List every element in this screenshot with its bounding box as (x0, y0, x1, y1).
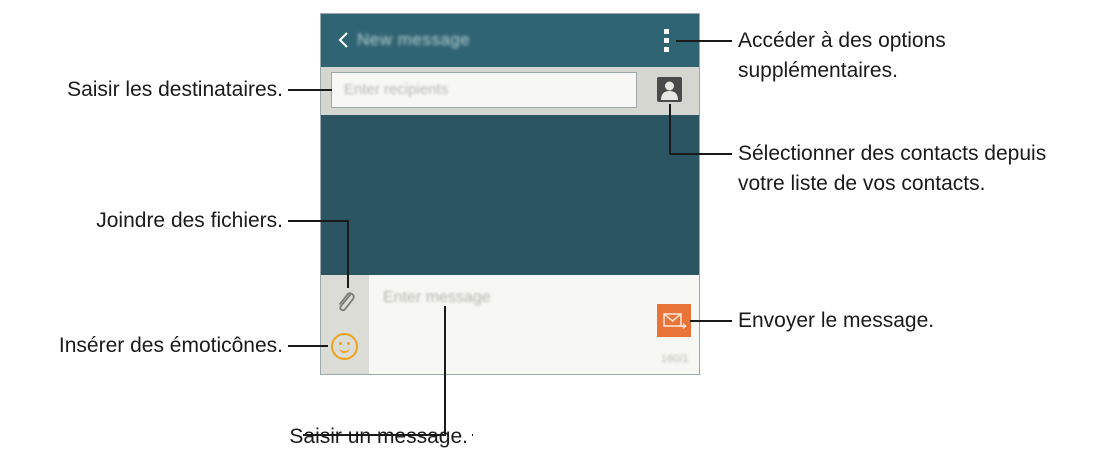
callout-contacts-2: votre liste de vos contacts. (738, 172, 986, 195)
action-bar: New message (321, 14, 699, 67)
more-vertical-icon[interactable] (661, 28, 671, 54)
conversation-area (321, 115, 699, 275)
leader-emoticons (288, 345, 328, 347)
chevron-left-icon[interactable] (333, 28, 355, 52)
leader-message-v (444, 306, 446, 436)
character-counter: 160/1 (661, 353, 689, 365)
callout-recipients: Saisir les destinataires. (67, 78, 283, 101)
contact-picker-button[interactable] (657, 77, 682, 102)
leader-contacts-v (669, 104, 671, 155)
callout-attach: Joindre des fichiers. (96, 209, 283, 232)
screen-title: New message (357, 30, 471, 49)
leader-message-h2 (472, 434, 473, 436)
callout-contacts-1: Sélectionner des contacts depuis (738, 142, 1047, 165)
leader-options (676, 40, 732, 42)
composer: Enter message 160/1 (321, 275, 699, 374)
callout-options-2: supplémentaires. (738, 59, 898, 82)
composer-tools (321, 275, 369, 374)
recipient-placeholder: Enter recipients (344, 81, 449, 98)
leader-recipients (288, 89, 332, 91)
recipient-bar: Enter recipients (321, 67, 699, 115)
smiley-icon[interactable] (331, 333, 358, 360)
message-screen: New message Enter recipients Enter messa… (320, 13, 700, 375)
leader-message-horizontal-rule (303, 434, 446, 436)
leader-attach-h (288, 220, 349, 222)
recipient-input[interactable]: Enter recipients (331, 72, 637, 108)
contact-person-icon (661, 81, 678, 100)
send-button[interactable] (657, 304, 691, 337)
callout-emoticons: Insérer des émoticônes. (58, 334, 283, 357)
leader-attach-v (347, 220, 349, 288)
callout-message: Saisir un message. (289, 425, 468, 448)
callout-send: Envoyer le message. (738, 309, 935, 332)
callout-options-1: Accéder à des options (738, 29, 946, 52)
leader-contacts-h (669, 153, 732, 155)
send-envelope-icon (663, 313, 687, 329)
paperclip-icon[interactable] (333, 289, 359, 315)
leader-send (690, 320, 732, 322)
message-input[interactable]: Enter message (383, 289, 491, 307)
